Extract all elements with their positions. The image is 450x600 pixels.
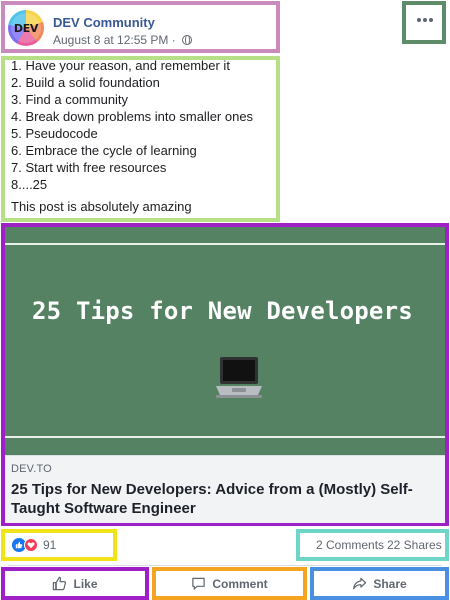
share-count-link[interactable]: 22 Shares <box>387 538 442 552</box>
card-image-title: 25 Tips for New Developers <box>32 297 413 325</box>
post-line: 1. Have your reason, and remember it <box>11 58 230 73</box>
post-footer-text: This post is absolutely amazing <box>11 199 192 214</box>
share-button[interactable]: Share <box>310 567 449 600</box>
post-line: 3. Find a community <box>11 92 129 107</box>
post-line: 5. Pseudocode <box>11 126 98 141</box>
reaction-count[interactable]: 91 <box>43 538 56 552</box>
post-line: 8....25 <box>11 177 48 192</box>
divider <box>8 565 442 566</box>
post-line: 4. Break down problems into smaller ones <box>11 109 254 124</box>
post-timestamp[interactable]: August 8 at 12:55 PM · <box>53 33 193 47</box>
thumbs-up-icon <box>53 576 67 591</box>
like-button[interactable]: Like <box>1 567 149 600</box>
avatar[interactable]: DEV <box>8 10 44 46</box>
chalk-line <box>5 243 445 245</box>
link-card-image[interactable]: 25 Tips for New Developers <box>5 227 445 455</box>
comment-count-link[interactable]: 2 Comments <box>316 538 384 552</box>
card-domain: DEV.TO <box>11 463 52 475</box>
avatar-label: DEV <box>11 13 41 43</box>
post-body: 1. Have your reason, and remember it 2. … <box>11 57 276 193</box>
card-headline[interactable]: 25 Tips for New Developers: Advice from … <box>11 480 436 518</box>
chalk-line <box>5 436 445 438</box>
share-label: Share <box>373 576 407 591</box>
share-arrow-icon <box>353 577 367 590</box>
post-line: 2. Build a solid foundation <box>11 75 160 90</box>
more-options-icon[interactable] <box>415 10 435 30</box>
post-line: 7. Start with free resources <box>11 160 167 175</box>
globe-icon <box>182 35 193 45</box>
timestamp-text[interactable]: August 8 at 12:55 PM · <box>53 33 179 47</box>
comment-button[interactable]: Comment <box>152 567 307 600</box>
post-line: 6. Embrace the cycle of learning <box>11 143 197 158</box>
comment-icon <box>192 577 206 590</box>
like-label: Like <box>73 576 98 591</box>
page-name-link[interactable]: DEV Community <box>53 15 155 30</box>
comment-label: Comment <box>212 576 268 591</box>
love-reaction-icon[interactable] <box>24 538 38 552</box>
laptop-icon <box>216 357 262 398</box>
link-card-meta[interactable]: DEV.TO 25 Tips for New Developers: Advic… <box>5 455 445 523</box>
